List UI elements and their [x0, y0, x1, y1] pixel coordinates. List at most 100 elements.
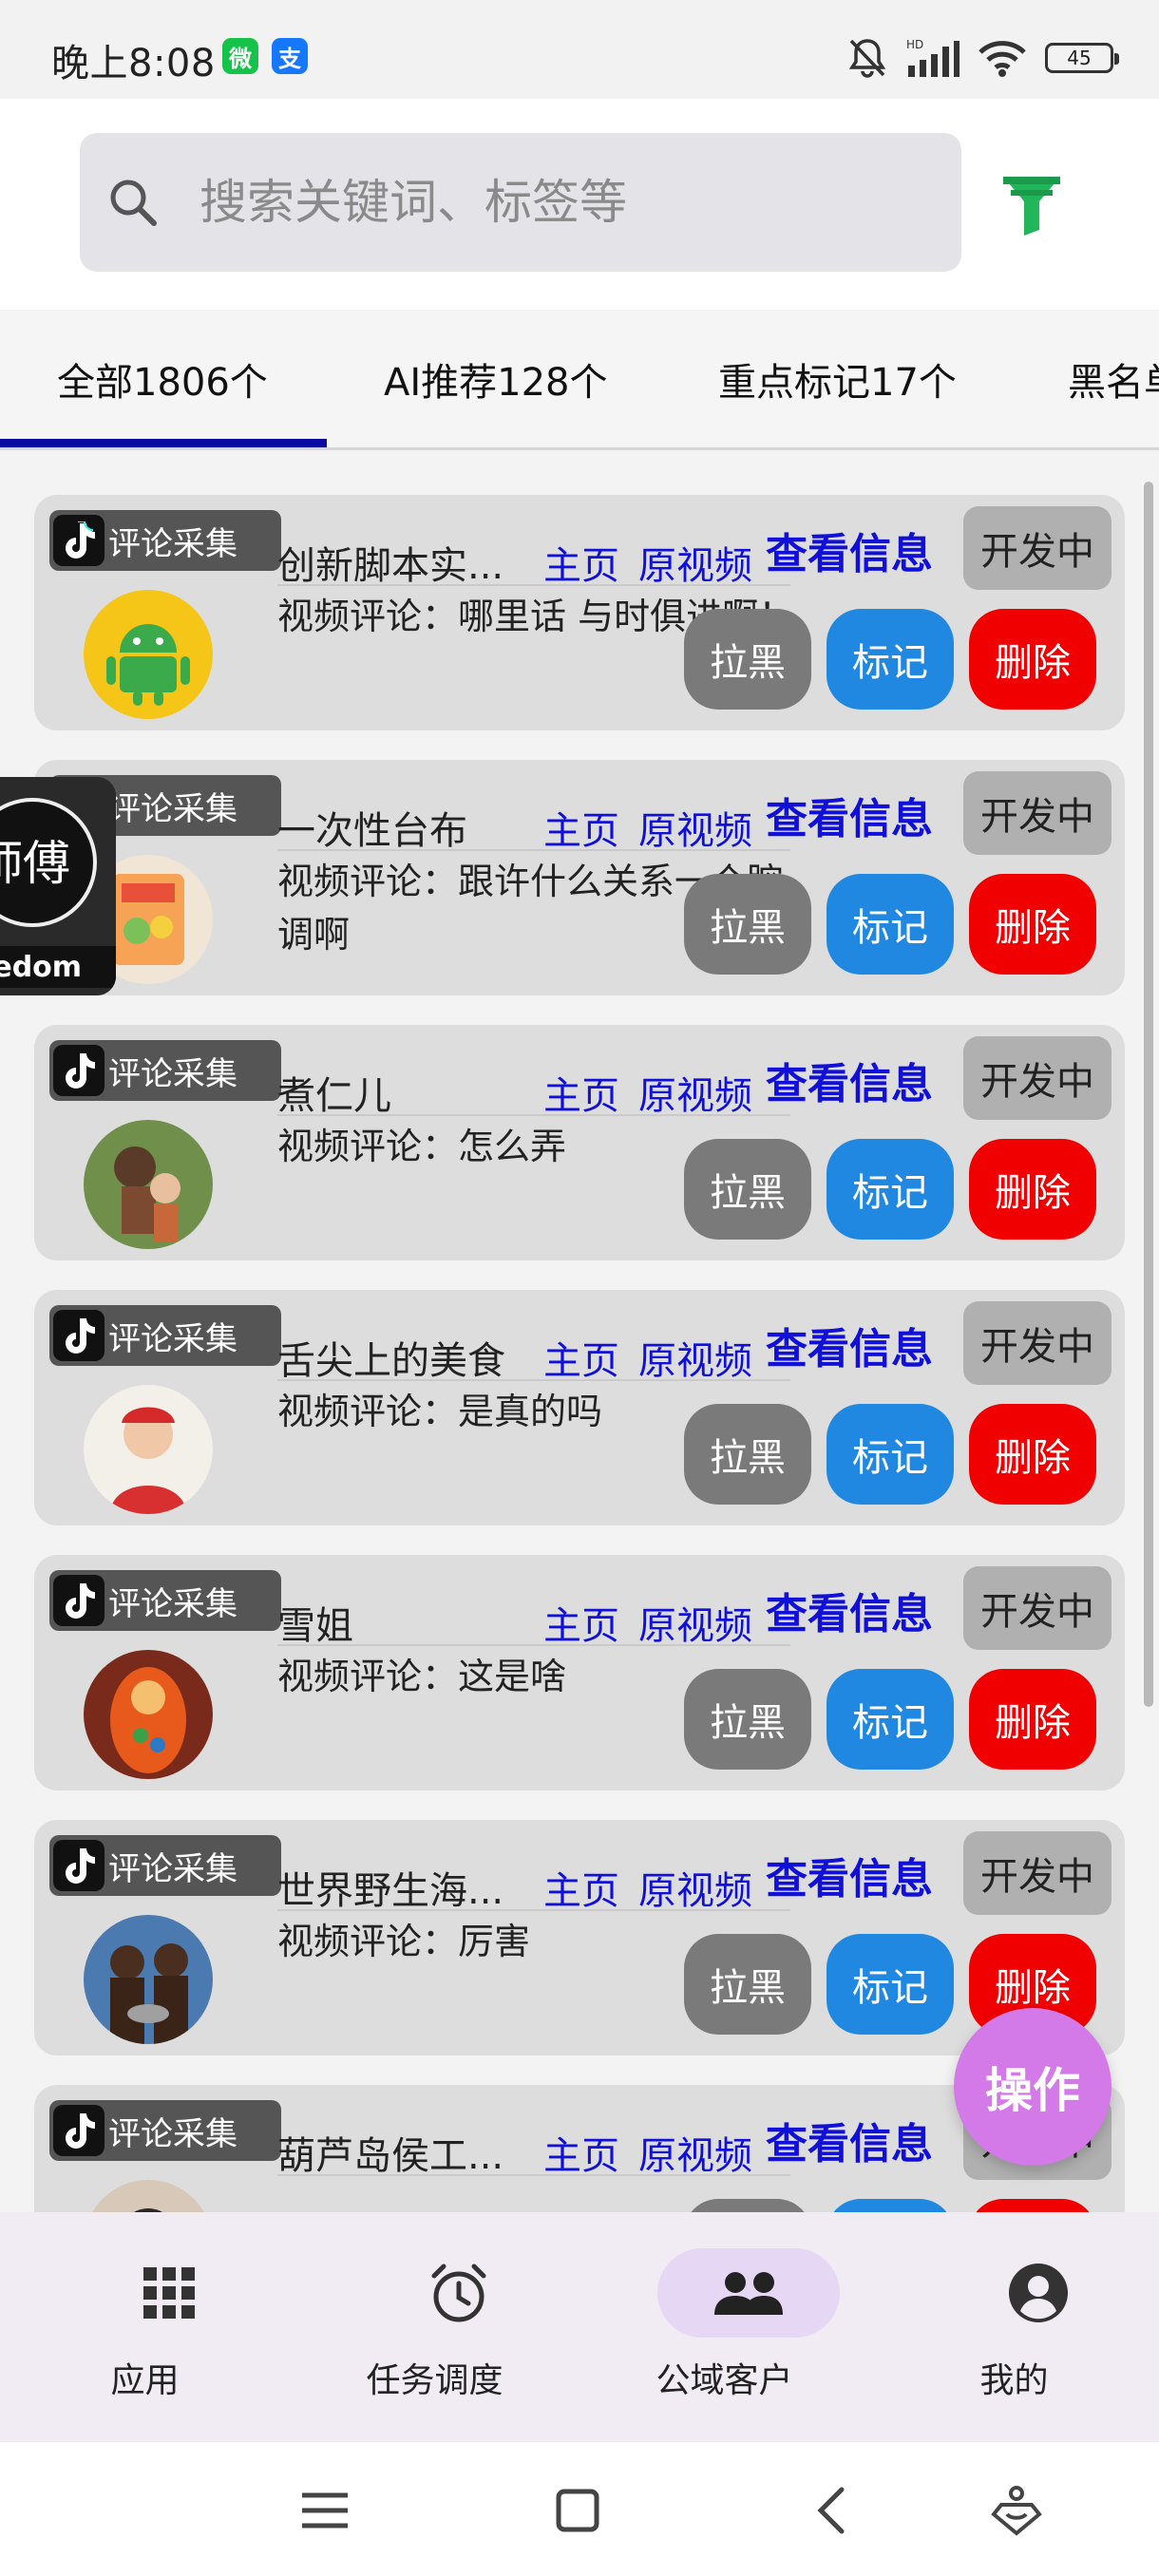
block-button[interactable]: 拉黑 — [684, 1139, 811, 1240]
block-button[interactable]: 拉黑 — [684, 1934, 811, 2035]
assistant-icon[interactable] — [988, 2482, 1045, 2539]
home-link[interactable]: 主页 — [543, 1860, 619, 1915]
home-link[interactable]: 主页 — [543, 800, 619, 855]
source-label: 评论采集 — [108, 1054, 238, 1093]
delete-button[interactable]: 删除 — [969, 609, 1096, 710]
mark-button[interactable]: 标记 — [826, 1404, 954, 1505]
delete-button[interactable]: 删除 — [969, 874, 1096, 975]
view-info-link[interactable]: 查看信息 — [766, 2110, 933, 2170]
back-icon[interactable] — [804, 2482, 861, 2539]
operation-fab[interactable]: 操作 — [954, 2008, 1112, 2166]
delete-button[interactable]: 删除 — [969, 2199, 1096, 2212]
dev-status-button[interactable]: 开发中 — [963, 506, 1112, 590]
customer-list[interactable]: 评论采集 创新脚本实... 主页 原视频 视频评论：哪里话 与时俱进啊！ 查看信… — [0, 453, 1159, 2212]
view-info-link[interactable]: 查看信息 — [766, 1580, 933, 1640]
mark-button[interactable]: 标记 — [826, 874, 954, 975]
dev-status-button[interactable]: 开发中 — [963, 1566, 1112, 1650]
dev-status-button[interactable]: 开发中 — [963, 1831, 1112, 1915]
mark-button[interactable]: 标记 — [826, 1139, 954, 1240]
customer-card: 评论采集 一次性台布 主页 原视频 视频评论：跟许什么关系一个腔调啊 查看信息 … — [34, 760, 1125, 995]
block-button[interactable]: 拉黑 — [684, 609, 811, 710]
alarm-clock-icon — [431, 2263, 486, 2322]
mark-button[interactable]: 标记 — [826, 609, 954, 710]
nickname: 世界野生海... — [277, 1869, 504, 1913]
source-label: 评论采集 — [108, 1849, 238, 1888]
tab-ai-recommend[interactable]: AI推荐128个 — [384, 351, 608, 407]
status-icons: HD 45 — [847, 34, 1119, 82]
original-video-link[interactable]: 原视频 — [638, 2125, 752, 2180]
tab-all[interactable]: 全部1806个 — [57, 351, 268, 407]
people-icon — [714, 2272, 783, 2315]
source-label: 评论采集 — [108, 1319, 238, 1358]
avatar[interactable] — [84, 1385, 213, 1514]
nav-task-scheduling[interactable]: 任务调度 — [290, 2212, 580, 2442]
tiktok-icon — [53, 2105, 104, 2156]
source-tag: 评论采集 — [49, 2100, 281, 2161]
mark-button[interactable]: 标记 — [826, 2199, 954, 2212]
mark-button[interactable]: 标记 — [826, 1669, 954, 1770]
nav-apps[interactable]: 应用 — [0, 2212, 290, 2442]
nickname: 煮仁儿 — [277, 1074, 391, 1118]
tiktok-icon — [53, 515, 104, 566]
original-video-link[interactable]: 原视频 — [638, 1595, 752, 1650]
nav-task-pill — [368, 2248, 550, 2338]
nickname: 雪姐 — [277, 1604, 353, 1648]
view-info-link[interactable]: 查看信息 — [766, 785, 933, 845]
search-input[interactable] — [200, 160, 940, 245]
block-button[interactable]: 拉黑 — [684, 1404, 811, 1505]
avatar[interactable] — [84, 2180, 213, 2212]
wechat-icon: 微 — [222, 38, 258, 74]
customer-card: 评论采集 世界野生海... 主页 原视频 视频评论：厉害 查看信息 开发中 拉黑… — [34, 1820, 1125, 2055]
avatar[interactable] — [84, 1650, 213, 1779]
home-link[interactable]: 主页 — [543, 1330, 619, 1385]
nav-label: 我的 — [979, 2361, 1049, 2400]
avatar[interactable] — [84, 590, 213, 719]
delete-button[interactable]: 删除 — [969, 1669, 1096, 1770]
divider — [277, 1379, 790, 1381]
view-info-link[interactable]: 查看信息 — [766, 1315, 933, 1375]
wifi-icon — [978, 41, 1026, 77]
original-video-link[interactable]: 原视频 — [638, 1065, 752, 1120]
mark-button[interactable]: 标记 — [826, 1934, 954, 2035]
search-box[interactable] — [80, 133, 961, 272]
nav-mine[interactable]: 我的 — [869, 2212, 1159, 2442]
avatar[interactable] — [84, 1120, 213, 1249]
menu-icon[interactable] — [296, 2482, 353, 2539]
tab-key-marked[interactable]: 重点标记17个 — [718, 351, 957, 407]
dev-status-button[interactable]: 开发中 — [963, 771, 1112, 855]
home-square-icon[interactable] — [549, 2482, 606, 2539]
view-info-link[interactable]: 查看信息 — [766, 1845, 933, 1905]
nav-label: 应用 — [110, 2361, 180, 2400]
grid-apps-icon — [143, 2267, 195, 2319]
view-info-link[interactable]: 查看信息 — [766, 520, 933, 580]
dev-status-button[interactable]: 开发中 — [963, 1301, 1112, 1385]
filter-icon[interactable] — [1001, 173, 1062, 237]
floating-avatar-widget[interactable]: 師傅 eedom — [0, 777, 116, 995]
avatar[interactable] — [84, 1915, 213, 2044]
dev-status-button[interactable]: 开发中 — [963, 1036, 1112, 1120]
home-link[interactable]: 主页 — [543, 2125, 619, 2180]
search-header — [0, 99, 1159, 310]
nav-public-customers[interactable]: 公域客户 — [580, 2212, 869, 2442]
divider — [277, 584, 790, 586]
block-button[interactable]: 拉黑 — [684, 874, 811, 975]
delete-button[interactable]: 删除 — [969, 1139, 1096, 1240]
original-video-link[interactable]: 原视频 — [638, 800, 752, 855]
view-info-link[interactable]: 查看信息 — [766, 1050, 933, 1110]
tab-blacklist[interactable]: 黑名单 — [1068, 351, 1159, 407]
block-button[interactable]: 拉黑 — [684, 1669, 811, 1770]
original-video-link[interactable]: 原视频 — [638, 1330, 752, 1385]
scrollbar[interactable] — [1144, 482, 1153, 1707]
home-link[interactable]: 主页 — [543, 1595, 619, 1650]
nickname: 一次性台布 — [277, 809, 467, 853]
block-button[interactable]: 拉黑 — [684, 2199, 811, 2212]
original-video-link[interactable]: 原视频 — [638, 1860, 752, 1915]
customer-card: 评论采集 煮仁儿 主页 原视频 视频评论：怎么弄 查看信息 开发中 拉黑 标记 … — [34, 1025, 1125, 1260]
home-link[interactable]: 主页 — [543, 535, 619, 590]
original-video-link[interactable]: 原视频 — [638, 535, 752, 590]
home-link[interactable]: 主页 — [543, 1065, 619, 1120]
delete-button[interactable]: 删除 — [969, 1404, 1096, 1505]
account-circle-icon — [1009, 2263, 1068, 2322]
status-time: 晚上8:08 — [51, 42, 216, 85]
system-navigation-bar — [0, 2442, 1159, 2576]
